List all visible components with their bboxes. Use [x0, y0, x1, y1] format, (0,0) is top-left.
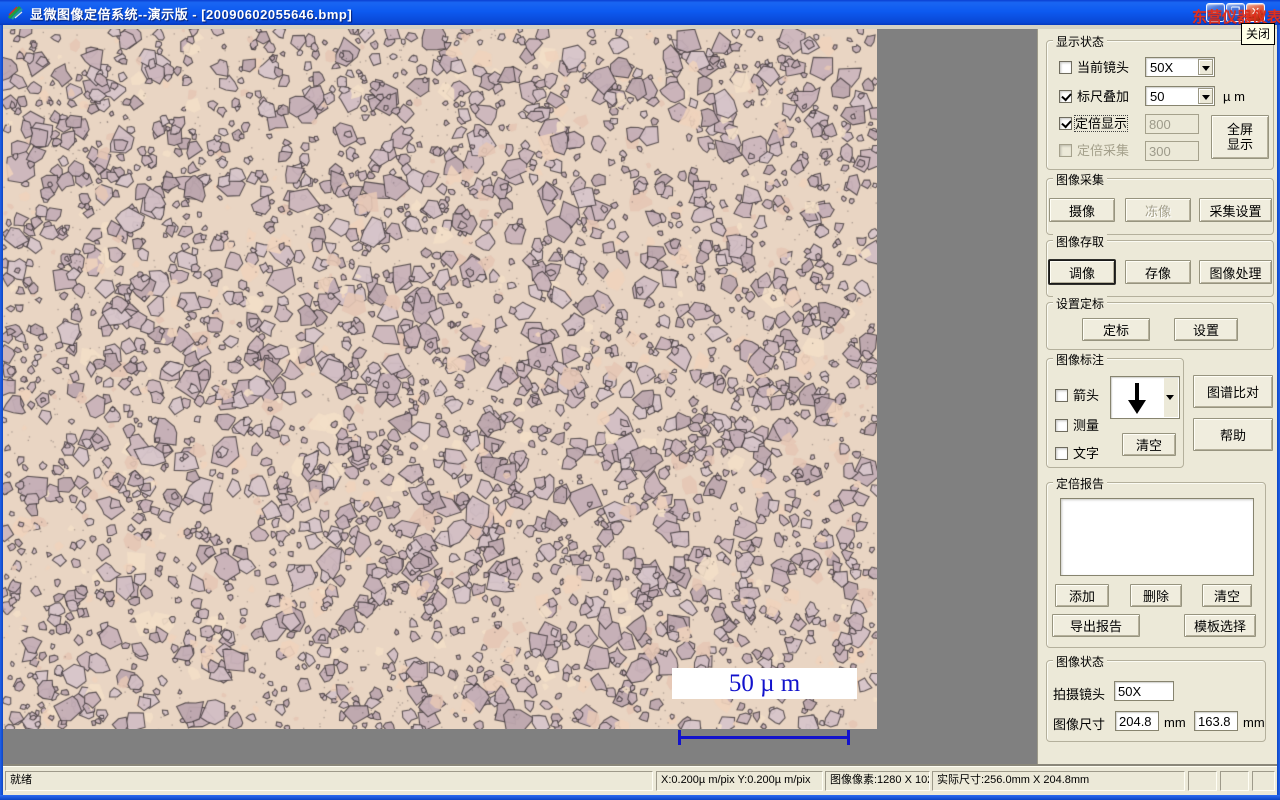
- shot-lens-label: 拍摄镜头: [1053, 687, 1106, 702]
- group-storage: 图像存取 调像 存像 图像处理: [1046, 233, 1274, 297]
- ruler-unit-label: µ m: [1223, 89, 1245, 104]
- status-actual-size: 实际尺寸:256.0mm X 204.8mm: [932, 771, 1185, 791]
- status-panel-empty: [1188, 771, 1217, 791]
- window-border-bottom: [0, 795, 1280, 800]
- group-annotation: 图像标注 箭头 测量 清空 文字: [1046, 351, 1184, 468]
- shoot-button[interactable]: 摄像: [1049, 198, 1115, 222]
- group-title-display-status: 显示状态: [1053, 33, 1108, 50]
- image-viewer[interactable]: 50 µ m: [3, 29, 877, 745]
- measure-label: 测量: [1073, 418, 1100, 433]
- close-tooltip: 关闭: [1241, 23, 1276, 45]
- image-height-unit: mm: [1243, 715, 1265, 730]
- client-area: 50 µ m: [3, 29, 1037, 766]
- image-width-field[interactable]: 204.8: [1115, 711, 1159, 731]
- fixed-capture-label: 定倍采集: [1077, 143, 1130, 158]
- group-title-report: 定倍报告: [1053, 475, 1108, 492]
- group-calibration: 设置定标 定标 设置: [1046, 295, 1274, 350]
- image-height-field[interactable]: 163.8: [1194, 711, 1238, 731]
- scale-bar-label: 50 µ m: [672, 668, 857, 699]
- group-title-calibration: 设置定标: [1053, 295, 1108, 312]
- micrograph-canvas[interactable]: [3, 29, 877, 729]
- report-delete-button[interactable]: 删除: [1130, 584, 1182, 607]
- window-title: 显微图像定倍系统--演示版 - [20090602055646.bmp]: [30, 7, 353, 22]
- fixed-display-checkbox[interactable]: [1059, 117, 1072, 130]
- report-clear-button[interactable]: 清空: [1202, 584, 1252, 607]
- status-image-pixels: 图像像素:1280 X 1024: [825, 771, 930, 791]
- capture-settings-button[interactable]: 采集设置: [1199, 198, 1272, 222]
- arrow-style-combo[interactable]: [1110, 376, 1180, 419]
- arrow-checkbox[interactable]: [1055, 389, 1068, 402]
- group-report: 定倍报告 添加 删除 清空 导出报告 模板选择: [1046, 475, 1266, 648]
- report-export-button[interactable]: 导出报告: [1052, 614, 1140, 637]
- status-panel-empty: [1220, 771, 1249, 791]
- freeze-button: 冻像: [1125, 198, 1191, 222]
- calibration-setup-button[interactable]: 设置: [1174, 318, 1238, 341]
- ruler-overlay-label: 标尺叠加: [1077, 89, 1130, 104]
- group-title-image-status: 图像状态: [1053, 653, 1108, 670]
- report-add-button[interactable]: 添加: [1055, 584, 1109, 607]
- calibrate-button[interactable]: 定标: [1082, 318, 1150, 341]
- group-title-capture: 图像采集: [1053, 171, 1108, 188]
- chevron-down-icon[interactable]: [1164, 378, 1178, 417]
- scale-bar-tick-right: [847, 730, 850, 745]
- status-bar: 就绪 X:0.200µ m/pix Y:0.200µ m/pix 图像像素:12…: [3, 766, 1277, 795]
- ruler-overlay-checkbox[interactable]: [1059, 90, 1072, 103]
- ruler-value-combo[interactable]: 50: [1145, 86, 1215, 106]
- image-process-button[interactable]: 图像处理: [1199, 260, 1272, 284]
- title-bar: 显微图像定倍系统--演示版 - [20090602055646.bmp] – ❐…: [0, 0, 1280, 25]
- annotation-clear-button[interactable]: 清空: [1122, 433, 1176, 456]
- chevron-down-icon[interactable]: [1198, 88, 1213, 104]
- save-image-button[interactable]: 存像: [1125, 260, 1191, 284]
- fixed-capture-value-field: 300: [1145, 141, 1199, 161]
- scale-bar-line: [678, 736, 850, 739]
- current-lens-label: 当前镜头: [1077, 60, 1130, 75]
- measure-checkbox[interactable]: [1055, 419, 1068, 432]
- fixed-display-label: 定倍显示: [1073, 115, 1129, 132]
- group-title-storage: 图像存取: [1053, 233, 1108, 250]
- load-image-button[interactable]: 调像: [1049, 260, 1115, 284]
- fixed-capture-checkbox: [1059, 144, 1072, 157]
- text-label: 文字: [1073, 446, 1100, 461]
- text-checkbox[interactable]: [1055, 447, 1068, 460]
- chevron-down-icon[interactable]: [1198, 59, 1213, 75]
- group-capture: 图像采集 摄像 冻像 采集设置: [1046, 171, 1274, 235]
- current-lens-combo[interactable]: 50X: [1145, 57, 1215, 77]
- image-size-label: 图像尺寸: [1053, 717, 1106, 732]
- fixed-display-value-field: 800: [1145, 114, 1199, 134]
- status-ready: 就绪: [5, 771, 653, 791]
- app-window: 显微图像定倍系统--演示版 - [20090602055646.bmp] – ❐…: [0, 0, 1280, 800]
- scale-bar-overlay: 50 µ m: [669, 667, 864, 757]
- fullscreen-button[interactable]: 全屏 显示: [1211, 115, 1269, 159]
- report-listbox[interactable]: [1060, 498, 1254, 576]
- image-width-unit: mm: [1164, 715, 1186, 730]
- scale-bar-tick-left: [678, 730, 681, 745]
- current-lens-checkbox[interactable]: [1059, 61, 1072, 74]
- group-display-status: 显示状态 当前镜头 50X 标尺叠加 50 µ m 定倍显示 800 定倍采集 …: [1046, 33, 1274, 170]
- help-button[interactable]: 帮助: [1193, 418, 1273, 451]
- down-arrow-icon: [1128, 383, 1146, 414]
- group-image-status: 图像状态 拍摄镜头 50X 图像尺寸 204.8 mm 163.8 mm: [1046, 653, 1266, 742]
- template-select-button[interactable]: 模板选择: [1184, 614, 1256, 637]
- shot-lens-field[interactable]: 50X: [1114, 681, 1174, 701]
- control-panel: 显示状态 当前镜头 50X 标尺叠加 50 µ m 定倍显示 800 定倍采集 …: [1037, 29, 1277, 766]
- arrow-label: 箭头: [1073, 388, 1100, 403]
- app-icon: [7, 5, 23, 20]
- status-panel-empty: [1252, 771, 1275, 791]
- group-title-annotation: 图像标注: [1053, 351, 1108, 368]
- status-pixel-scale: X:0.200µ m/pix Y:0.200µ m/pix: [656, 771, 823, 791]
- atlas-compare-button[interactable]: 图谱比对: [1193, 375, 1273, 408]
